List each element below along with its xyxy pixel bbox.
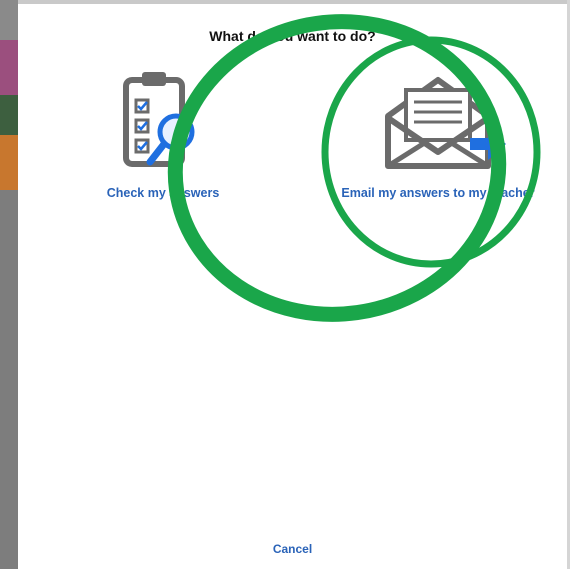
dialog-title: What do you want to do? <box>209 28 376 44</box>
clipboard-magnifier-icon <box>123 72 195 167</box>
email-answers-option[interactable]: Email my answers to my teacher <box>308 66 568 200</box>
check-answers-label[interactable]: Check my answers <box>88 186 238 200</box>
edge-segment <box>0 135 18 190</box>
window-edge <box>0 0 18 569</box>
edge-segment <box>0 40 18 95</box>
cancel-button[interactable]: Cancel <box>18 542 567 556</box>
email-answers-label[interactable]: Email my answers to my teacher <box>308 186 568 200</box>
choice-dialog: What do you want to do? Check my answers <box>18 4 567 569</box>
envelope-letter-icon <box>385 77 506 169</box>
edge-segment <box>0 190 18 569</box>
check-answers-option[interactable]: Check my answers <box>88 66 238 200</box>
edge-segment <box>0 95 18 135</box>
